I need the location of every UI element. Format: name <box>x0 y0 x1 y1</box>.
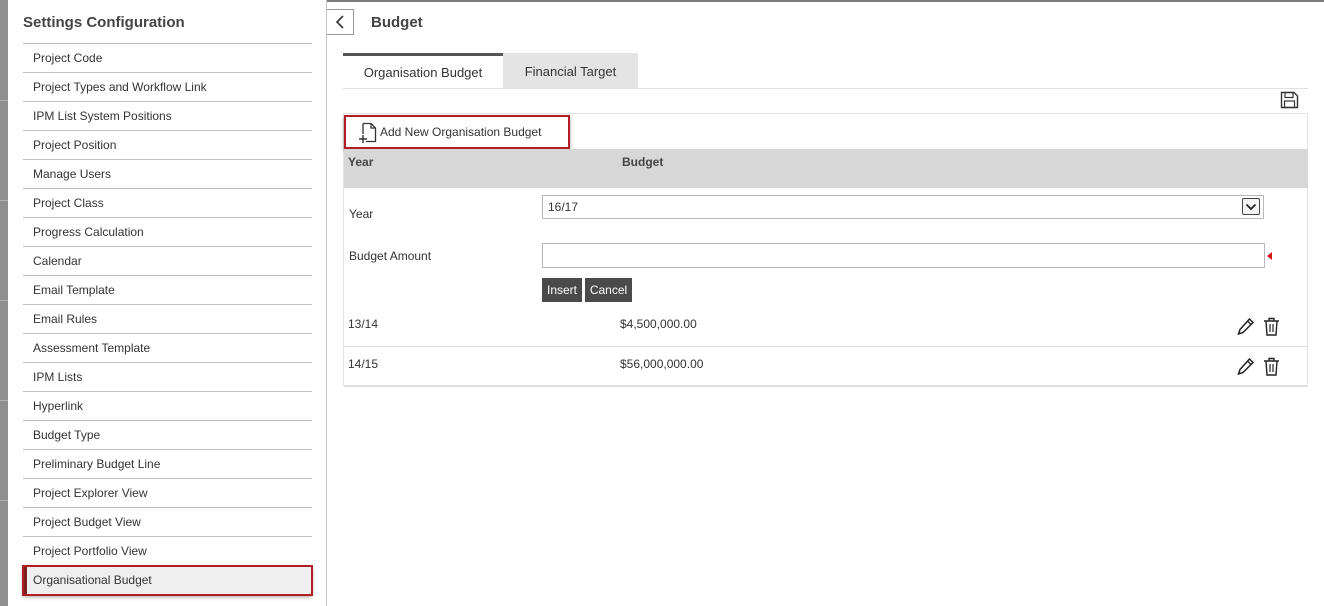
add-button-label: Add New Organisation Budget <box>380 125 542 139</box>
edit-button[interactable] <box>1237 357 1255 376</box>
year-field-label: Year <box>349 207 374 221</box>
sidebar-item-project-class[interactable]: Project Class <box>23 189 312 218</box>
row-budget: $56,000,000.00 <box>620 357 704 371</box>
sidebar-item-project-portfolio-view[interactable]: Project Portfolio View <box>23 537 312 566</box>
table-row: 13/14 $4,500,000.00 <box>344 307 1308 347</box>
sidebar-item-ipm-list-system-positions[interactable]: IPM List System Positions <box>23 102 312 131</box>
page-title: Budget <box>371 14 423 31</box>
cancel-button[interactable]: Cancel <box>585 278 632 302</box>
sidebar-item-project-types-workflow-link[interactable]: Project Types and Workflow Link <box>23 73 312 102</box>
table-row: 14/15 $56,000,000.00 <box>344 347 1308 387</box>
sidebar-item-assessment-template[interactable]: Assessment Template <box>23 334 312 363</box>
back-button[interactable] <box>327 9 354 35</box>
required-field-marker <box>1267 252 1272 260</box>
delete-button[interactable] <box>1263 357 1280 376</box>
sidebar-item-email-rules[interactable]: Email Rules <box>23 305 312 334</box>
pencil-icon <box>1237 317 1255 336</box>
tab-bar: Organisation Budget Financial Target <box>343 53 638 88</box>
sidebar-item-project-budget-view[interactable]: Project Budget View <box>23 508 312 537</box>
delete-button[interactable] <box>1263 317 1280 336</box>
chevron-down-icon <box>1245 203 1257 210</box>
add-organisation-budget-button[interactable]: Add New Organisation Budget <box>344 115 570 149</box>
sidebar-item-progress-calculation[interactable]: Progress Calculation <box>23 218 312 247</box>
insert-button[interactable]: Insert <box>542 278 582 302</box>
trash-icon <box>1264 317 1279 336</box>
column-header-budget[interactable]: Budget <box>622 155 663 169</box>
edit-button[interactable] <box>1237 317 1255 336</box>
sidebar-item-hyperlink[interactable]: Hyperlink <box>23 392 312 421</box>
add-document-icon <box>359 122 377 143</box>
sidebar-item-project-explorer-view[interactable]: Project Explorer View <box>23 479 312 508</box>
budget-amount-field-label: Budget Amount <box>349 249 432 263</box>
grid-header: Year Budget <box>344 149 1308 188</box>
chevron-left-icon <box>335 15 344 29</box>
column-header-year[interactable]: Year <box>348 155 373 169</box>
year-dropdown-value: 16/17 <box>548 200 579 214</box>
tab-financial-target[interactable]: Financial Target <box>503 53 638 88</box>
tab-organisation-budget[interactable]: Organisation Budget <box>343 53 503 88</box>
budget-amount-input[interactable] <box>542 243 1265 268</box>
row-year: 14/15 <box>348 357 379 371</box>
sidebar-item-budget-type[interactable]: Budget Type <box>23 421 312 450</box>
sidebar-item-email-template[interactable]: Email Template <box>23 276 312 305</box>
sidebar-item-project-position[interactable]: Project Position <box>23 131 312 160</box>
left-edge-strip <box>0 0 8 606</box>
pencil-icon <box>1237 357 1255 376</box>
year-dropdown[interactable]: 16/17 <box>542 195 1264 219</box>
sidebar-item-ipm-lists[interactable]: IPM Lists <box>23 363 312 392</box>
dropdown-arrow-button[interactable] <box>1242 198 1260 215</box>
sidebar-title: Settings Configuration <box>23 14 185 31</box>
sidebar-item-calendar[interactable]: Calendar <box>23 247 312 276</box>
save-icon <box>1280 91 1299 109</box>
trash-icon <box>1264 357 1279 376</box>
sidebar-item-preliminary-budget-line[interactable]: Preliminary Budget Line <box>23 450 312 479</box>
sidebar-menu: Project Code Project Types and Workflow … <box>22 43 313 596</box>
settings-sidebar: Settings Configuration Project Code Proj… <box>8 0 327 606</box>
tab-divider <box>343 88 1308 89</box>
sidebar-item-organisational-budget[interactable]: Organisational Budget <box>22 565 313 596</box>
row-year: 13/14 <box>348 317 379 331</box>
row-budget: $4,500,000.00 <box>620 317 697 331</box>
save-button[interactable] <box>1280 91 1299 109</box>
sidebar-item-manage-users[interactable]: Manage Users <box>23 160 312 189</box>
sidebar-item-project-code[interactable]: Project Code <box>23 44 312 73</box>
